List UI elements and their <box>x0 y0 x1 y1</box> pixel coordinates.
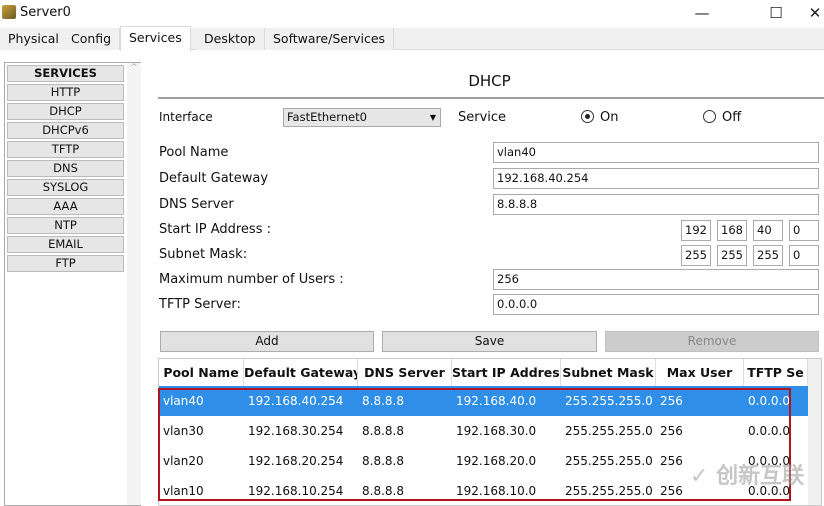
tab-bar: Physical Config Services Desktop Softwar… <box>0 26 824 51</box>
tab-services[interactable]: Services <box>120 26 191 51</box>
save-button[interactable]: Save <box>382 331 597 352</box>
service-item-ftp[interactable]: FTP <box>7 255 124 272</box>
divider <box>158 97 824 99</box>
start-ip-octet-1[interactable]: 192 <box>681 220 711 241</box>
server-app-icon <box>2 5 16 19</box>
close-button[interactable]: ✕ <box>795 2 824 24</box>
subnet-octet-2[interactable]: 255 <box>717 245 747 266</box>
tab-desktop[interactable]: Desktop <box>196 28 265 50</box>
service-on-label: On <box>600 110 619 125</box>
tftp-server-label: TFTP Server: <box>159 297 241 312</box>
service-item-http[interactable]: HTTP <box>7 84 124 101</box>
max-users-input[interactable]: 256 <box>493 269 819 290</box>
service-item-dhcpv6[interactable]: DHCPv6 <box>7 122 124 139</box>
service-off-label: Off <box>722 110 742 125</box>
column-header[interactable]: Pool Name <box>159 359 244 386</box>
service-label: Service <box>458 110 507 125</box>
services-header: SERVICES <box>7 65 124 82</box>
subnet-octet-1[interactable]: 255 <box>681 245 711 266</box>
column-header[interactable]: Max User <box>656 359 744 386</box>
subnet-octet-3[interactable]: 255 <box>753 245 783 266</box>
maximize-button[interactable]: ☐ <box>756 2 796 24</box>
dns-server-input[interactable]: 8.8.8.8 <box>493 194 819 215</box>
tab-physical[interactable]: Physical <box>0 28 68 50</box>
pool-name-input[interactable]: vlan40 <box>493 142 819 163</box>
column-header[interactable]: Default Gateway <box>244 359 358 386</box>
remove-button[interactable]: Remove <box>605 331 819 352</box>
max-users-label: Maximum number of Users : <box>159 272 344 287</box>
start-ip-octet-2[interactable]: 168 <box>717 220 747 241</box>
start-ip-label: Start IP Address : <box>159 222 271 237</box>
service-item-ntp[interactable]: NTP <box>7 217 124 234</box>
interface-label: Interface <box>159 110 213 124</box>
tab-config[interactable]: Config <box>63 28 121 50</box>
service-item-dhcp[interactable]: DHCP <box>7 103 124 120</box>
start-ip-octet-3[interactable]: 40 <box>753 220 783 241</box>
add-button[interactable]: Add <box>160 331 374 352</box>
pool-name-label: Pool Name <box>159 145 229 160</box>
start-ip-octet-4[interactable]: 0 <box>789 220 819 241</box>
tftp-server-input[interactable]: 0.0.0.0 <box>493 294 819 315</box>
service-item-syslog[interactable]: SYSLOG <box>7 179 124 196</box>
dns-server-label: DNS Server <box>159 197 234 212</box>
default-gateway-input[interactable]: 192.168.40.254 <box>493 168 819 189</box>
column-header[interactable]: DNS Server <box>358 359 452 386</box>
service-off-radio[interactable] <box>703 110 716 123</box>
watermark-logo: ✓ 创新互联 <box>690 464 805 489</box>
column-header[interactable]: Start IP Address <box>452 359 561 386</box>
services-scrollbar[interactable]: ^ <box>127 63 141 505</box>
tab-software-services[interactable]: Software/Services <box>265 28 395 50</box>
interface-select[interactable]: FastEthernet0 ▼ <box>283 108 441 127</box>
service-item-dns[interactable]: DNS <box>7 160 124 177</box>
service-item-tftp[interactable]: TFTP <box>7 141 124 158</box>
service-on-radio[interactable] <box>581 110 594 123</box>
page-title: DHCP <box>468 72 511 90</box>
interface-value: FastEthernet0 <box>287 110 367 124</box>
services-list: SERVICES HTTP DHCP DHCPv6 TFTP DNS SYSLOG AAA N… <box>4 62 141 506</box>
default-gateway-label: Default Gateway <box>159 171 269 186</box>
subnet-octet-4[interactable]: 0 <box>789 245 819 266</box>
column-header[interactable]: Subnet Mask <box>561 359 656 386</box>
title-bar: Server0 — ☐ ✕ <box>0 0 824 28</box>
table-scrollbar[interactable] <box>808 359 821 505</box>
chevron-down-icon: ▼ <box>429 113 436 122</box>
minimize-button[interactable]: — <box>682 2 722 24</box>
window-title: Server0 <box>20 5 71 20</box>
service-item-aaa[interactable]: AAA <box>7 198 124 215</box>
service-item-email[interactable]: EMAIL <box>7 236 124 253</box>
subnet-mask-label: Subnet Mask: <box>159 247 248 262</box>
column-header[interactable]: TFTP Se <box>744 359 808 386</box>
